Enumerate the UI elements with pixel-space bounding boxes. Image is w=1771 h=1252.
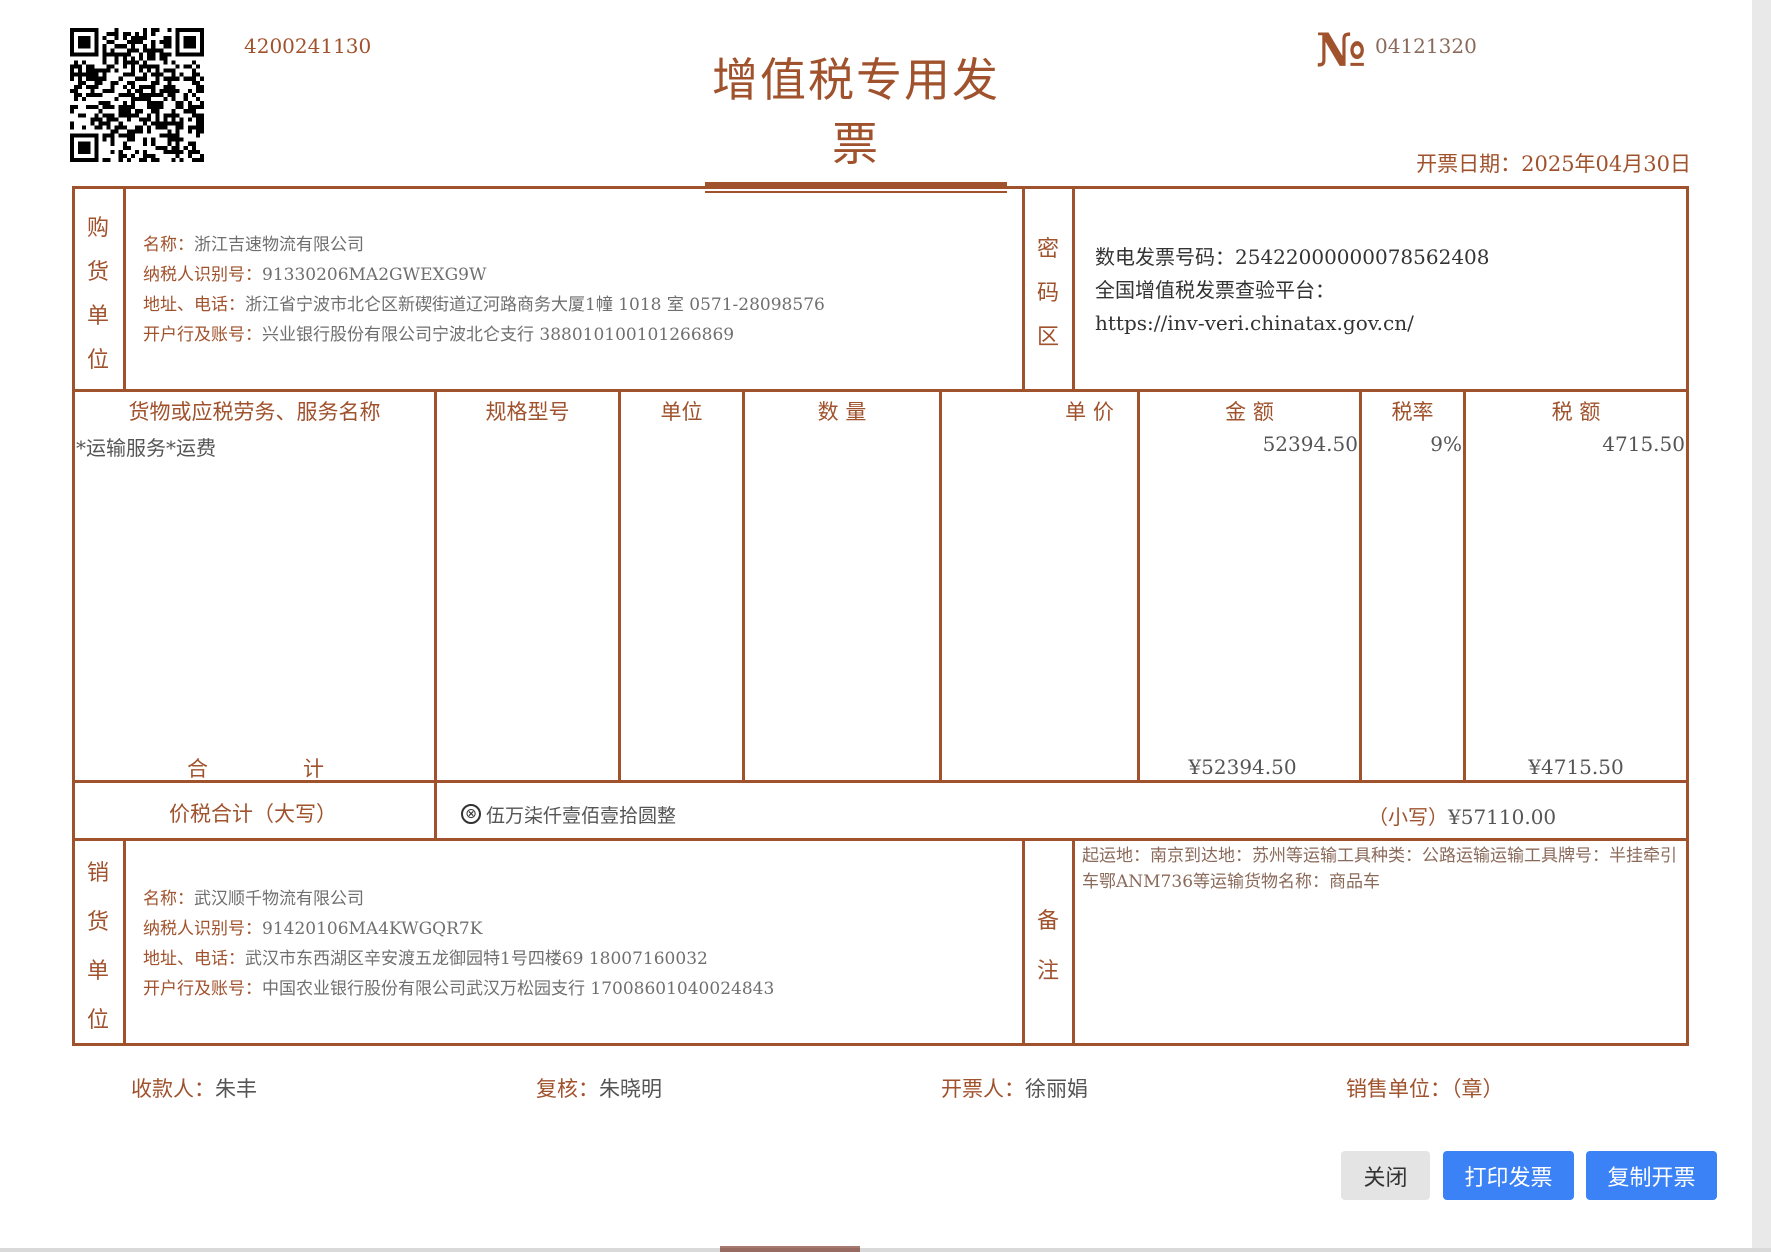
verify-platform-url[interactable]: https://inv-veri.chinatax.gov.cn/	[1095, 307, 1490, 340]
qr-code-icon	[70, 28, 204, 162]
invoice-number: 04121320	[1375, 34, 1477, 58]
buyer-tax-id: 91330206MA2GWEXG9W	[262, 265, 487, 285]
issue-date-value: 2025年04月30日	[1521, 152, 1691, 176]
row-divider	[72, 838, 1689, 841]
buyer-label: 购 货 单 位	[86, 216, 109, 373]
col-divider	[123, 186, 126, 391]
seller-stamp-label: 销售单位：（章）	[1346, 1077, 1504, 1101]
cipher-area: 数电发票号码：25422000000078562408 全国增值税发票查验平台：…	[1095, 241, 1490, 340]
reviewer: 复核：朱晓明	[536, 1077, 662, 1101]
buyer-info: 名称：浙江吉速物流有限公司 纳税人识别号：91330206MA2GWEXG9W …	[143, 230, 825, 350]
total-tax: ¥4715.50	[1528, 755, 1624, 779]
buyer-bank: 兴业银行股份有限公司宁波北仑支行 388010100101266869	[262, 325, 735, 345]
col-divider	[1072, 838, 1075, 1046]
verify-platform-label: 全国增值税发票查验平台：	[1095, 278, 1335, 302]
col-header-price: 单 价	[1065, 400, 1114, 424]
payee: 收款人：朱丰	[131, 1077, 257, 1101]
reviewer-name: 朱晓明	[599, 1077, 662, 1101]
item-tax: 4715.50	[1602, 432, 1685, 456]
buyer-bank-line: 开户行及账号：兴业银行股份有限公司宁波北仑支行 3880101001012668…	[143, 325, 735, 345]
issue-date-label: 开票日期：	[1416, 152, 1522, 176]
total-amount: ¥52394.50	[1188, 755, 1297, 779]
col-divider	[618, 389, 621, 782]
col-divider	[1072, 186, 1075, 391]
sum-in-figures-value: ¥57110.00	[1448, 805, 1557, 829]
seller-name-line: 名称：武汉顺千物流有限公司	[143, 889, 364, 909]
window-edge-bottom	[0, 1248, 1771, 1252]
row-divider	[72, 389, 1689, 392]
col-header-rate: 税率	[1391, 400, 1434, 424]
seller-name: 武汉顺千物流有限公司	[194, 889, 364, 909]
col-header-unit: 单位	[660, 400, 703, 424]
seller-label: 销 货 单 位	[86, 861, 109, 1033]
remark-label: 备 注	[1036, 909, 1059, 984]
item-name: *运输服务*运费	[76, 436, 216, 460]
issuer-name: 徐丽娟	[1025, 1077, 1088, 1101]
invoice-title: 增值税专用发票	[712, 53, 1000, 171]
col-divider	[742, 389, 745, 782]
total-label-he: 合	[187, 757, 208, 781]
copy-invoice-button[interactable]: 复制开票	[1586, 1151, 1717, 1200]
col-divider	[123, 838, 126, 1046]
seller-address-line: 地址、电话：武汉市东西湖区辛安渡五龙御园特1号四楼69 18007160032	[143, 949, 708, 969]
col-header-spec: 规格型号	[485, 400, 570, 424]
item-rate: 9%	[1430, 432, 1462, 456]
item-amount: 52394.50	[1262, 432, 1358, 456]
cipher-label: 密 码 区	[1036, 237, 1059, 350]
sum-in-figures: （小写）¥57110.00	[1368, 805, 1557, 829]
col-header-amount: 金 额	[1225, 400, 1274, 424]
seller-tax-id: 91420106MA4KWGQR7K	[262, 919, 483, 939]
circle-x-icon: ⊗	[461, 804, 481, 824]
buyer-tax-id-line: 纳税人识别号：91330206MA2GWEXG9W	[143, 265, 487, 285]
seller-bank-line: 开户行及账号：中国农业银行股份有限公司武汉万松园支行 1700860104002…	[143, 979, 775, 999]
invoice-title-block: 增值税专用发票	[705, 48, 1007, 193]
issue-date: 开票日期：2025年04月30日	[1416, 148, 1691, 178]
buyer-address-line: 地址、电话：浙江省宁波市北仑区新碶街道辽河路商务大厦1幢 1018 室 0571…	[143, 295, 825, 315]
col-divider	[939, 389, 942, 782]
total-label-ji: 计	[303, 757, 324, 781]
buyer-name: 浙江吉速物流有限公司	[194, 235, 364, 255]
sum-label: 价税合计（大写）	[169, 802, 337, 826]
payee-name: 朱丰	[215, 1077, 257, 1101]
seller-address: 武汉市东西湖区辛安渡五龙御园特1号四楼69 18007160032	[245, 949, 708, 969]
seller-bank: 中国农业银行股份有限公司武汉万松园支行 17008601040024843	[262, 979, 775, 999]
buyer-address: 浙江省宁波市北仑区新碶街道辽河路商务大厦1幢 1018 室 0571-28098…	[245, 295, 825, 315]
col-header-qty: 数 量	[817, 400, 867, 424]
scroll-edge	[1752, 0, 1771, 1252]
buyer-name-line: 名称：浙江吉速物流有限公司	[143, 235, 364, 255]
col-header-tax: 税 额	[1551, 400, 1601, 424]
col-divider	[434, 389, 437, 840]
background-strip	[720, 1246, 860, 1252]
issuer: 开票人：徐丽娟	[941, 1077, 1088, 1101]
number-symbol: №	[1316, 23, 1366, 77]
invoice-code: 4200241130	[244, 34, 372, 58]
seller-info: 名称：武汉顺千物流有限公司 纳税人识别号：91420106MA4KWGQR7K …	[143, 884, 774, 1004]
close-button[interactable]: 关闭	[1341, 1151, 1430, 1200]
e-invoice-number: 数电发票号码：25422000000078562408	[1095, 245, 1490, 269]
seller-tax-id-line: 纳税人识别号：91420106MA4KWGQR7K	[143, 919, 483, 939]
col-header-name: 货物或应税劳务、服务名称	[128, 400, 381, 424]
remark-text: 起运地：南京到达地：苏州等运输工具种类：公路运输运输工具牌号：半挂牵引车鄂ANM…	[1082, 846, 1677, 892]
print-invoice-button[interactable]: 打印发票	[1443, 1151, 1574, 1200]
sum-in-words: 伍万柒仟壹佰壹拾圆整	[486, 805, 677, 827]
